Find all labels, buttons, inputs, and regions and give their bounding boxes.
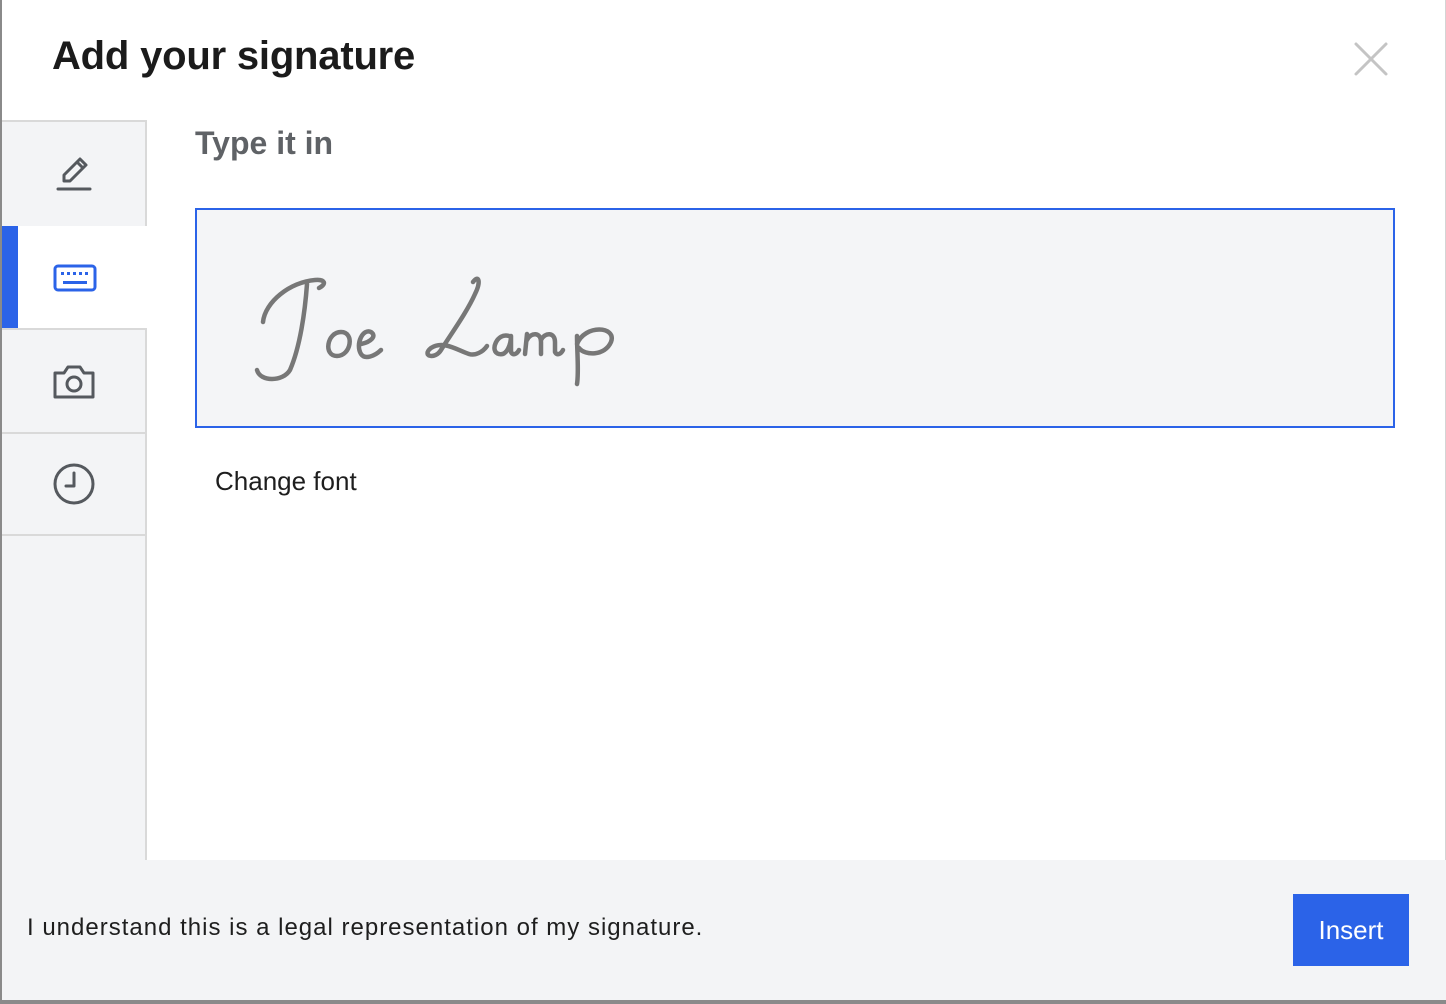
camera-icon <box>53 365 94 399</box>
signature-dialog: Add your signature Type it in Change fon… <box>0 0 1446 1004</box>
change-font-link[interactable]: Change font <box>215 466 357 497</box>
legal-disclaimer: I understand this is a legal representat… <box>27 914 704 941</box>
signature-method-sidebar <box>2 120 147 860</box>
keyboard-icon <box>53 264 96 292</box>
dialog-title: Add your signature <box>52 34 416 78</box>
close-icon[interactable] <box>1348 36 1394 82</box>
clock-icon <box>53 463 94 505</box>
active-tab-indicator <box>2 226 18 330</box>
signature-input[interactable] <box>195 208 1395 428</box>
insert-button[interactable]: Insert <box>1293 894 1409 966</box>
dialog-footer: I understand this is a legal representat… <box>2 860 1446 1004</box>
tab-saved[interactable] <box>2 432 147 536</box>
close-button[interactable] <box>1348 36 1394 82</box>
signature-preview <box>254 276 614 387</box>
tab-draw[interactable] <box>2 120 147 224</box>
tab-upload[interactable] <box>2 328 147 432</box>
pencil-icon <box>56 157 91 191</box>
section-title: Type it in <box>195 125 334 161</box>
tab-type[interactable] <box>2 226 147 330</box>
